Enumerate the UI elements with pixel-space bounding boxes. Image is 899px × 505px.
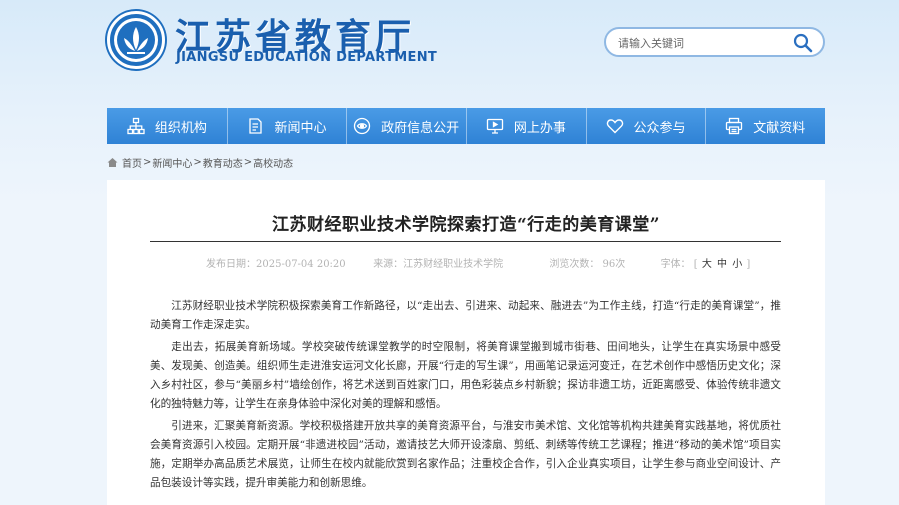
nav-item-organization[interactable]: 组织机构 xyxy=(107,108,227,144)
nav-label: 新闻中心 xyxy=(274,120,327,136)
breadcrumb-university-news[interactable]: 高校动态 xyxy=(253,155,293,170)
article-paragraph: 引进来，汇聚美育新资源。学校积极搭建开放共享的美育资源平台，与淮安市美术馆、文化… xyxy=(150,420,781,489)
home-icon xyxy=(107,157,118,168)
breadcrumb-separator: > xyxy=(143,156,152,168)
nav-item-online-services[interactable]: 网上办事 xyxy=(466,108,586,144)
eye-icon xyxy=(353,117,371,135)
article-container: 江苏财经职业技术学院探索打造“行走的美育课堂” 发布日期：2025-07-04 … xyxy=(107,180,825,505)
article-body: 江苏财经职业技术学院积极探索美育工作新路径，以“走出去、引进来、动起来、融进去”… xyxy=(150,297,781,496)
nav-label: 文献资料 xyxy=(753,120,806,136)
site-header: 江苏省教育厅 JIANGSU EDUCATION DEPARTMENT xyxy=(0,0,899,108)
breadcrumb-separator: > xyxy=(243,156,253,168)
publish-date: 发布日期：2025-07-04 20:20 xyxy=(206,259,346,270)
printer-icon xyxy=(725,117,743,135)
search-input[interactable] xyxy=(618,33,788,53)
heart-icon xyxy=(606,117,624,135)
font-size-medium-button[interactable]: 中 xyxy=(717,255,727,270)
breadcrumb-separator: > xyxy=(193,156,202,168)
education-emblem-icon[interactable] xyxy=(107,11,165,69)
monitor-icon xyxy=(486,117,504,135)
font-size-small-button[interactable]: 小 xyxy=(732,255,742,270)
bracket-close: ] xyxy=(746,259,751,270)
search-box xyxy=(604,27,825,57)
search-icon[interactable] xyxy=(793,33,813,53)
article-paragraph: 江苏财经职业技术学院积极探索美育工作新路径，以“走出去、引进来、动起来、融进去”… xyxy=(150,300,781,331)
font-size-control: 字体： [ 大 中 小 ] xyxy=(661,255,751,270)
nav-label: 组织机构 xyxy=(154,120,207,136)
site-name-cn[interactable]: 江苏省教育厅 xyxy=(175,8,415,58)
site-name-en: JIANGSU EDUCATION DEPARTMENT xyxy=(176,50,438,65)
font-size-large-button[interactable]: 大 xyxy=(702,255,712,270)
org-chart-icon xyxy=(127,117,145,135)
nav-label: 政府信息公开 xyxy=(381,120,460,136)
nav-item-news[interactable]: 新闻中心 xyxy=(226,108,347,144)
breadcrumb-education-news[interactable]: 教育动态 xyxy=(203,155,243,170)
nav-label: 网上办事 xyxy=(513,120,566,136)
breadcrumb-news-center[interactable]: 新闻中心 xyxy=(152,155,192,170)
article-source: 来源：江苏财经职业技术学院 xyxy=(373,259,504,270)
nav-label: 公众参与 xyxy=(633,120,686,136)
article-paragraph: 走出去，拓展美育新场域。学校突破传统课堂教学的时空限制，将美育课堂搬到城市街巷、… xyxy=(150,341,781,410)
breadcrumb: 首页 > 新闻中心 > 教育动态 > 高校动态 xyxy=(107,155,293,170)
nav-item-documents[interactable]: 文献资料 xyxy=(705,108,825,144)
article-title: 江苏财经职业技术学院探索打造“行走的美育课堂” xyxy=(271,215,661,235)
document-edit-icon xyxy=(247,117,265,135)
breadcrumb-home[interactable]: 首页 xyxy=(122,155,142,170)
nav-item-public-participation[interactable]: 公众参与 xyxy=(585,108,706,144)
view-count: 浏览次数： 96次 xyxy=(549,259,626,270)
main-nav: 组织机构 新闻中心 政府信息公开 网上办事 公众参与 文献资料 xyxy=(107,108,825,144)
bracket-open: [ xyxy=(693,259,698,270)
nav-item-gov-info[interactable]: 政府信息公开 xyxy=(346,108,466,144)
article-meta: 发布日期：2025-07-04 20:20 来源：江苏财经职业技术学院 浏览次数… xyxy=(206,255,750,271)
font-size-label: 字体： xyxy=(660,259,691,270)
title-divider xyxy=(150,241,781,242)
